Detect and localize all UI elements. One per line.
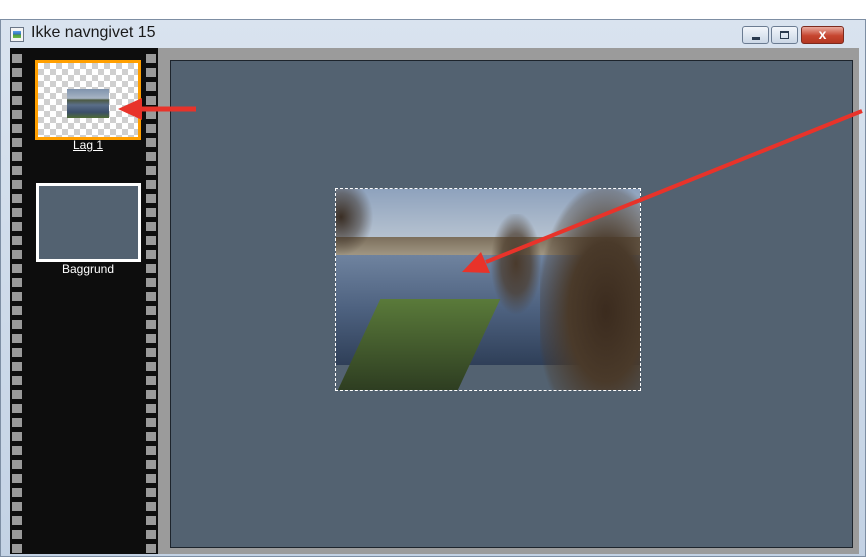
close-button[interactable]: x	[801, 26, 844, 44]
minimize-icon	[752, 37, 760, 40]
layer-thumbnail-image	[67, 89, 109, 118]
document-image-icon	[10, 27, 24, 42]
layer-label[interactable]: Baggrund	[35, 262, 141, 276]
image-tree	[540, 189, 640, 390]
filmstrip-perforation-left	[12, 54, 22, 554]
filmstrip-perforation-right	[146, 54, 156, 554]
client-area: Lag 1 Baggrund	[10, 48, 859, 554]
image-tree	[336, 189, 376, 259]
maximize-button[interactable]	[771, 26, 798, 44]
layer-thumbnail-lag-1[interactable]	[35, 60, 141, 140]
title-bar[interactable]: Ikke navngivet 15 x	[1, 20, 865, 48]
layer-thumbnail-baggrund[interactable]	[36, 183, 141, 262]
layer-image[interactable]	[335, 188, 641, 391]
close-icon: x	[818, 26, 827, 42]
document-window: Ikke navngivet 15 x Lag 1 Baggrund	[0, 19, 866, 557]
window-title: Ikke navngivet 15	[31, 24, 156, 41]
minimize-button[interactable]	[742, 26, 769, 44]
canvas[interactable]	[170, 60, 853, 548]
maximize-icon	[780, 31, 789, 39]
image-tree	[486, 214, 546, 324]
layer-label[interactable]: Lag 1	[35, 138, 141, 152]
layer-panel: Lag 1 Baggrund	[10, 48, 158, 554]
